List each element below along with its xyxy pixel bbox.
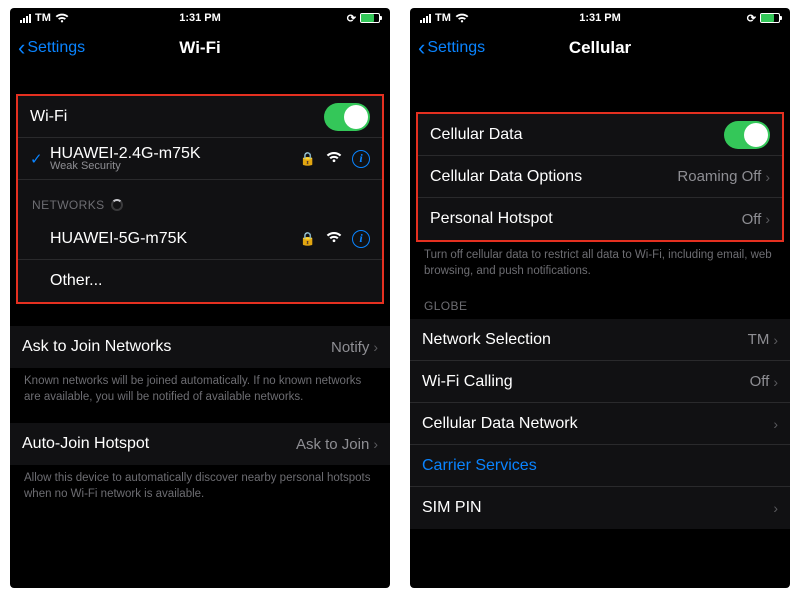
ask-to-join-note: Known networks will be joined automatica… xyxy=(10,368,390,405)
highlight-box: Wi-Fi ✓ HUAWEI-2.4G-m75K Weak Security 🔒… xyxy=(16,94,384,304)
carrier-section-header: GLOBE xyxy=(410,279,790,319)
lock-icon: 🔒 xyxy=(300,151,316,167)
networks-header: NETWORKS xyxy=(18,180,382,218)
battery-icon xyxy=(360,13,380,23)
row-value: Roaming Off xyxy=(677,168,761,185)
back-label: Settings xyxy=(427,39,485,57)
status-bar: TM 1:31 PM ⟳ xyxy=(10,8,390,28)
cellular-data-toggle-row[interactable]: Cellular Data xyxy=(418,114,782,156)
info-icon[interactable]: i xyxy=(352,230,370,248)
row-value: Off xyxy=(742,211,762,228)
row-value: Off xyxy=(750,373,770,390)
connected-network-row[interactable]: ✓ HUAWEI-2.4G-m75K Weak Security 🔒 i xyxy=(18,138,382,180)
highlight-box: Cellular Data Cellular Data Options Roam… xyxy=(416,112,784,242)
network-selection-row[interactable]: Network Selection TM › xyxy=(410,319,790,361)
network-security: Weak Security xyxy=(50,160,300,172)
signal-bars-icon xyxy=(420,14,431,23)
lock-icon: 🔒 xyxy=(300,231,316,247)
wifi-toggle-label: Wi-Fi xyxy=(30,108,324,126)
orientation-lock-icon: ⟳ xyxy=(747,12,756,25)
network-name: HUAWEI-5G-m75K xyxy=(50,230,300,248)
carrier-label: TM xyxy=(435,12,451,24)
phone-cellular: TM 1:31 PM ⟳ ‹ Settings Cellular Cellula… xyxy=(410,8,790,588)
row-label: SIM PIN xyxy=(422,499,773,517)
row-label: Cellular Data Options xyxy=(430,168,677,186)
clock: 1:31 PM xyxy=(540,12,660,24)
wifi-calling-row[interactable]: Wi-Fi Calling Off › xyxy=(410,361,790,403)
chevron-right-icon: › xyxy=(773,416,778,432)
personal-hotspot-row[interactable]: Personal Hotspot Off › xyxy=(418,198,782,240)
wifi-status-icon xyxy=(55,13,69,23)
available-network-row[interactable]: ✓ HUAWEI-5G-m75K 🔒 i xyxy=(18,218,382,260)
carrier-services-row[interactable]: Carrier Services xyxy=(410,445,790,487)
row-label: Wi-Fi Calling xyxy=(422,373,750,391)
back-label: Settings xyxy=(27,39,85,57)
orientation-lock-icon: ⟳ xyxy=(347,12,356,25)
cellular-data-network-row[interactable]: Cellular Data Network › xyxy=(410,403,790,445)
chevron-right-icon: › xyxy=(773,500,778,516)
other-label: Other... xyxy=(50,272,370,290)
other-network-row[interactable]: ✓ Other... xyxy=(18,260,382,302)
row-value: TM xyxy=(748,331,770,348)
back-button[interactable]: ‹ Settings xyxy=(18,39,85,57)
status-bar: TM 1:31 PM ⟳ xyxy=(410,8,790,28)
row-label: Network Selection xyxy=(422,331,748,349)
chevron-right-icon: › xyxy=(765,169,770,185)
battery-icon xyxy=(760,13,780,23)
row-label: Cellular Data xyxy=(430,126,724,144)
row-label: Ask to Join Networks xyxy=(22,338,331,356)
row-label: Personal Hotspot xyxy=(430,210,742,228)
chevron-right-icon: › xyxy=(373,436,378,452)
sim-pin-row[interactable]: SIM PIN › xyxy=(410,487,790,529)
chevron-right-icon: › xyxy=(773,374,778,390)
info-icon[interactable]: i xyxy=(352,150,370,168)
chevron-right-icon: › xyxy=(773,332,778,348)
row-value: Notify xyxy=(331,339,369,356)
wifi-signal-icon xyxy=(326,150,342,167)
carrier-label: TM xyxy=(35,12,51,24)
nav-bar: ‹ Settings Cellular xyxy=(410,28,790,68)
checkmark-icon: ✓ xyxy=(30,150,42,168)
page-title: Cellular xyxy=(569,38,631,58)
chevron-right-icon: › xyxy=(373,339,378,355)
spinner-icon xyxy=(111,199,123,211)
row-label: Cellular Data Network xyxy=(422,415,773,433)
row-value: Ask to Join xyxy=(296,436,369,453)
cellular-data-toggle[interactable] xyxy=(724,121,770,149)
cellular-data-options-row[interactable]: Cellular Data Options Roaming Off › xyxy=(418,156,782,198)
back-button[interactable]: ‹ Settings xyxy=(418,39,485,57)
cellular-note: Turn off cellular data to restrict all d… xyxy=(410,242,790,279)
clock: 1:31 PM xyxy=(140,12,260,24)
wifi-toggle[interactable] xyxy=(324,103,370,131)
phone-wifi: TM 1:31 PM ⟳ ‹ Settings Wi-Fi Wi-Fi ✓ HU… xyxy=(10,8,390,588)
wifi-toggle-row[interactable]: Wi-Fi xyxy=(18,96,382,138)
wifi-status-icon xyxy=(455,13,469,23)
row-label: Carrier Services xyxy=(422,457,778,475)
ask-to-join-row[interactable]: Ask to Join Networks Notify › xyxy=(10,326,390,368)
auto-join-hotspot-row[interactable]: Auto-Join Hotspot Ask to Join › xyxy=(10,423,390,465)
page-title: Wi-Fi xyxy=(179,38,220,58)
nav-bar: ‹ Settings Wi-Fi xyxy=(10,28,390,68)
row-label: Auto-Join Hotspot xyxy=(22,435,296,453)
signal-bars-icon xyxy=(20,14,31,23)
auto-join-note: Allow this device to automatically disco… xyxy=(10,465,390,502)
wifi-signal-icon xyxy=(326,230,342,247)
chevron-right-icon: › xyxy=(765,211,770,227)
